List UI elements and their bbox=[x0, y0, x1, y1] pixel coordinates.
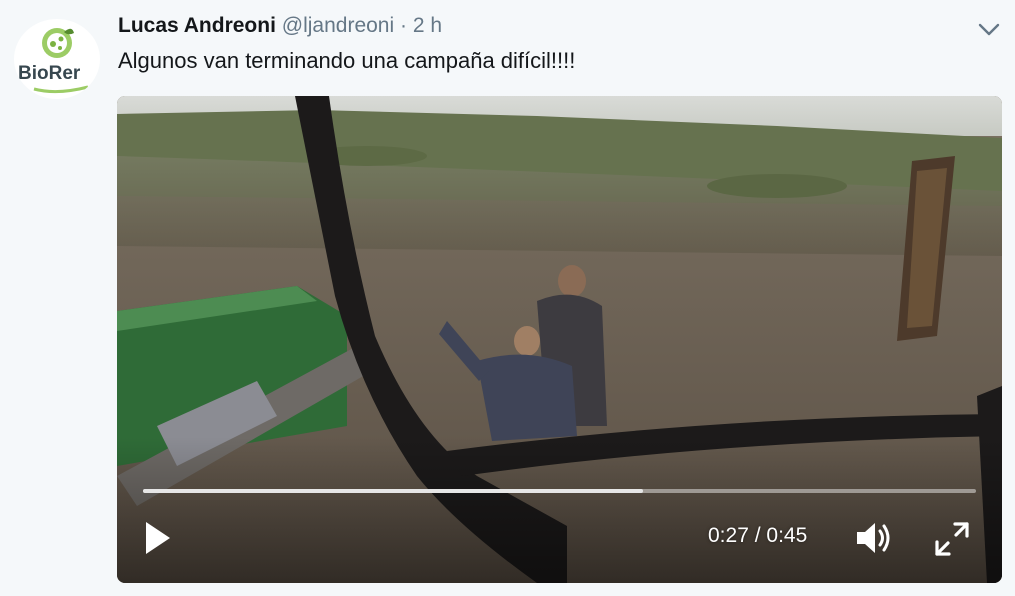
author-name[interactable]: Lucas Andreoni bbox=[118, 14, 276, 37]
video-frame bbox=[117, 96, 1002, 583]
avatar[interactable]: BioRer bbox=[14, 19, 100, 99]
video-duration: 0:45 bbox=[766, 524, 808, 547]
video-current-time: 0:27 bbox=[708, 524, 749, 547]
svg-text:BioRer: BioRer bbox=[18, 63, 81, 84]
biorer-logo: BioRer bbox=[18, 28, 89, 94]
video-time-readout: 0:27 / 0:45 bbox=[708, 524, 807, 548]
video-player[interactable]: 0:27 / 0:45 bbox=[117, 96, 1002, 583]
volume-icon[interactable] bbox=[855, 520, 895, 556]
chevron-down-icon[interactable] bbox=[976, 16, 1002, 42]
fullscreen-icon[interactable] bbox=[933, 520, 971, 558]
video-progress-fill bbox=[143, 489, 643, 493]
tweet-header: Lucas Andreoni @ljandreoni · 2 h bbox=[118, 12, 442, 40]
play-icon[interactable] bbox=[143, 520, 173, 556]
tweet-timestamp[interactable]: 2 h bbox=[413, 14, 442, 37]
author-handle[interactable]: @ljandreoni bbox=[282, 14, 394, 37]
video-progress-bar[interactable] bbox=[143, 489, 976, 493]
tweet-text: Algunos van terminando una campaña difíc… bbox=[118, 48, 576, 73]
separator-dot: · bbox=[400, 14, 407, 37]
video-time-separator: / bbox=[748, 524, 767, 547]
